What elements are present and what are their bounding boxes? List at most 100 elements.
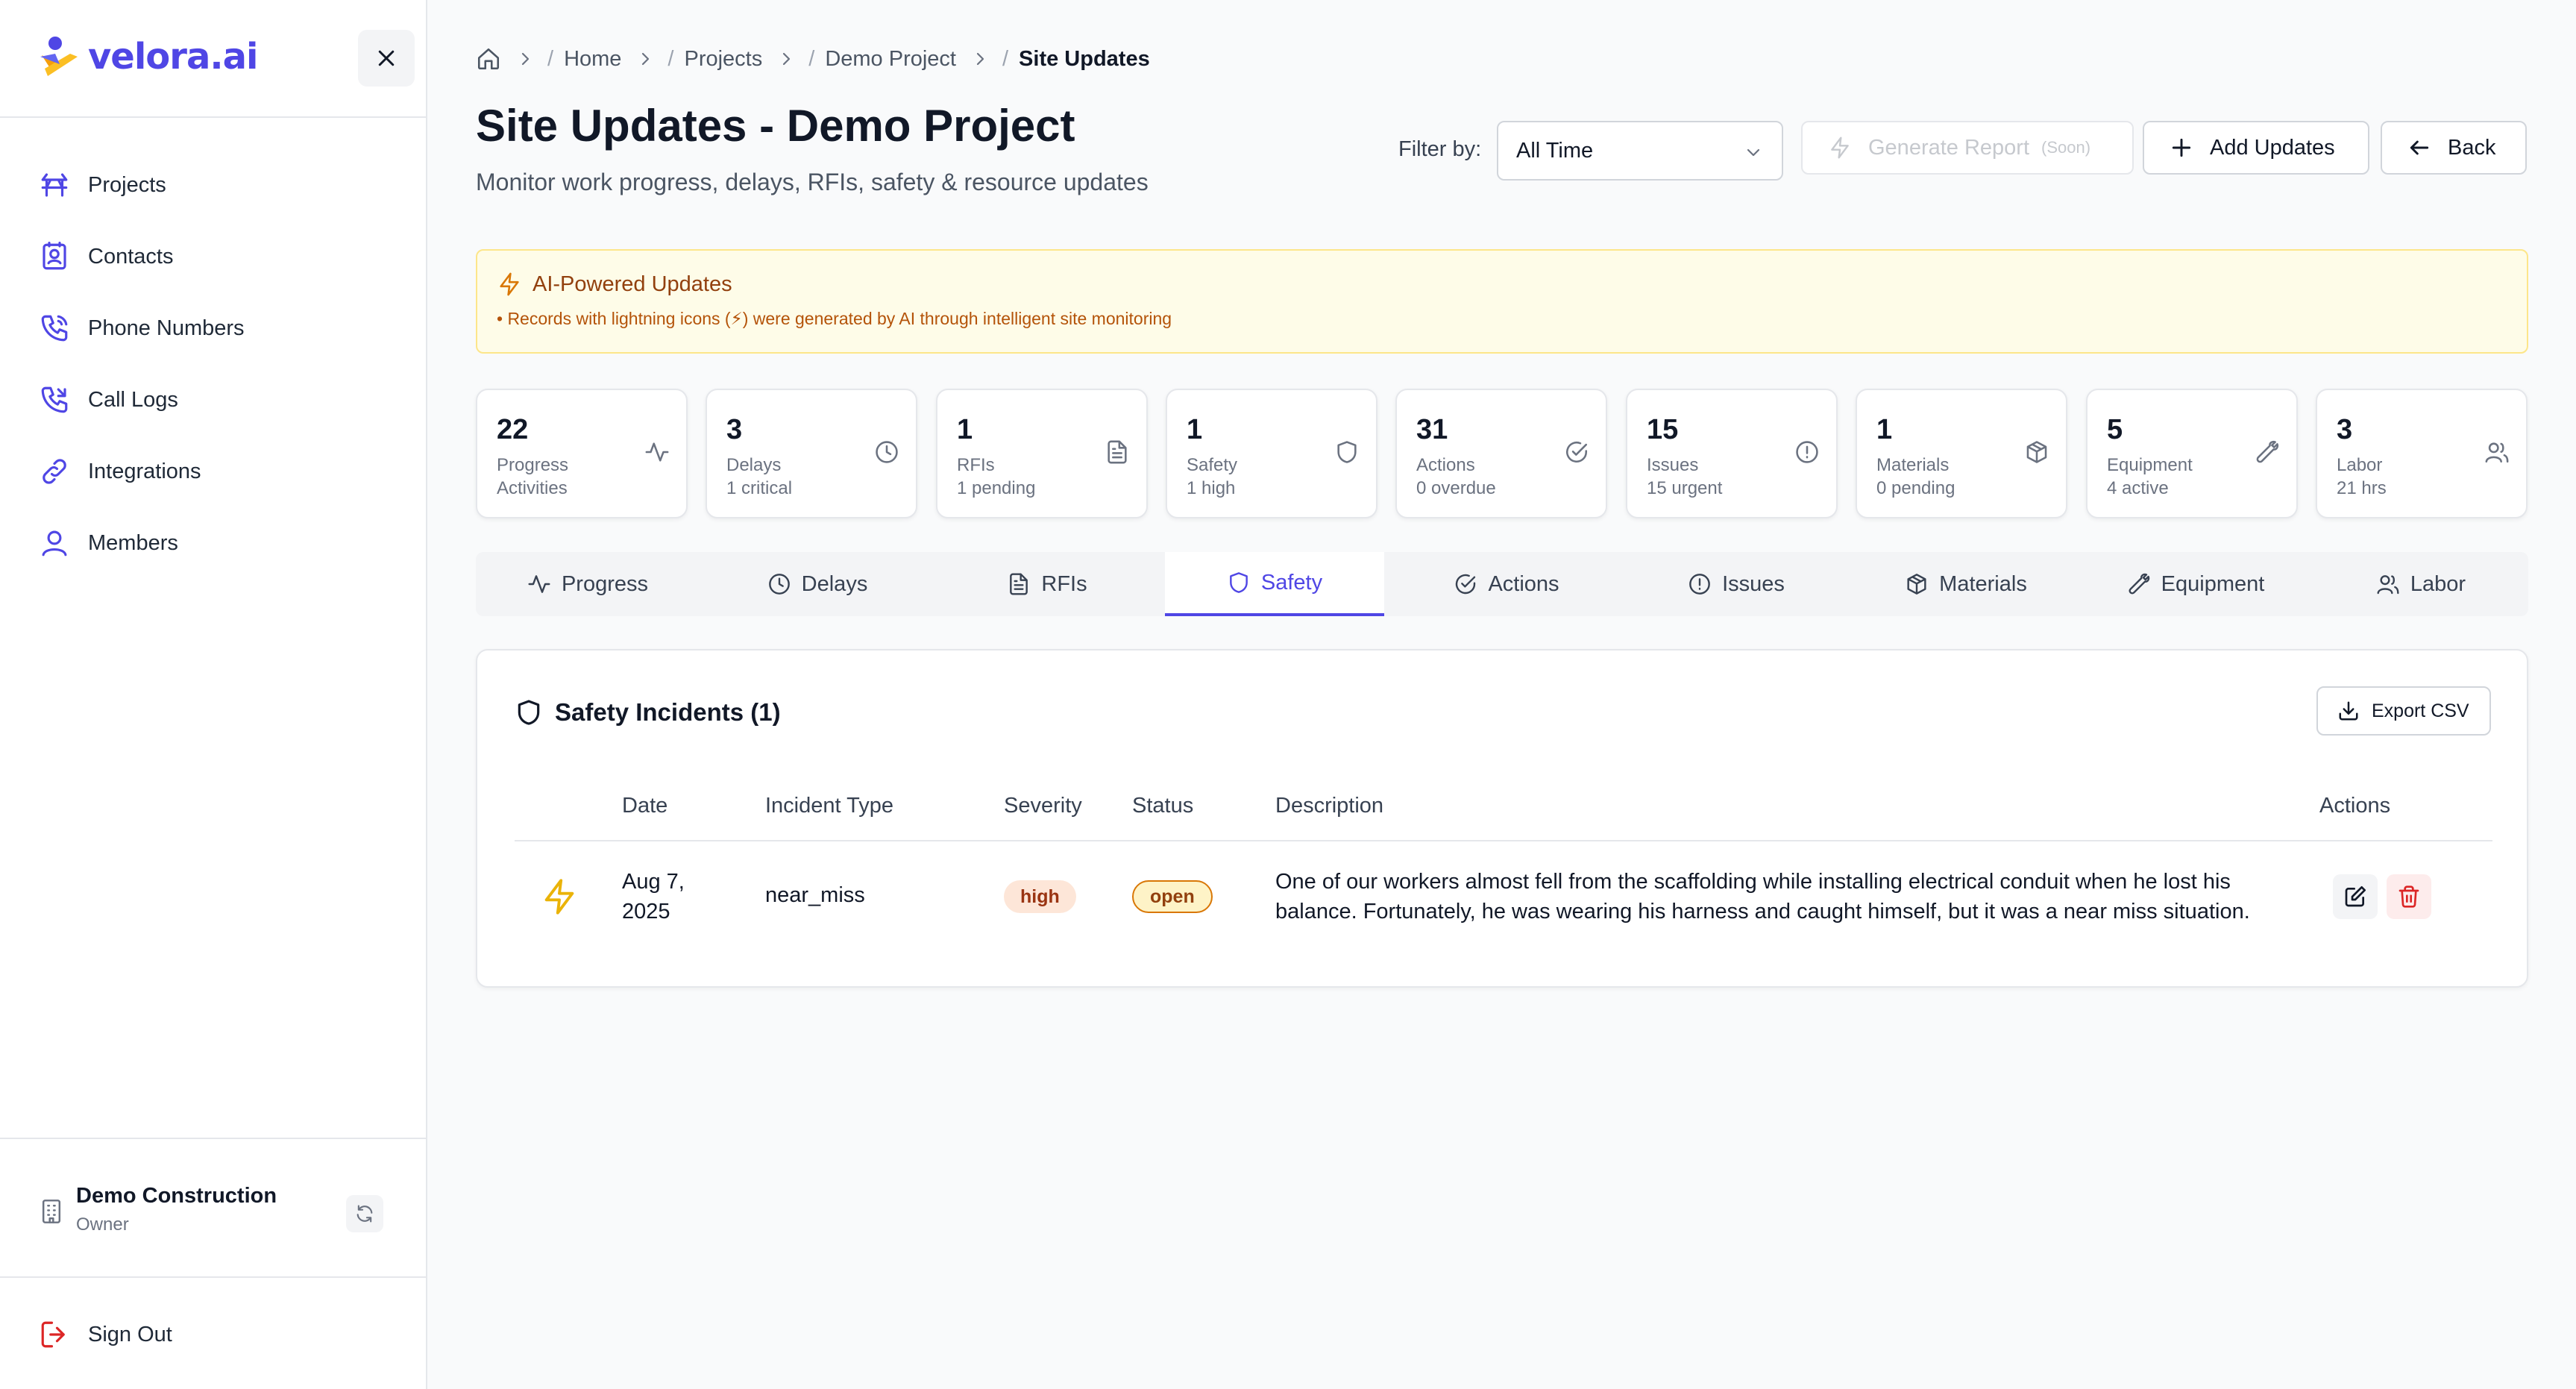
stat-sublabel: 0 overdue [1416,478,1496,498]
stat-card-actions[interactable]: 31 Actions 0 overdue [1395,389,1607,518]
org-role: Owner [76,1214,129,1235]
stat-card-labor[interactable]: 3 Labor 21 hrs [2316,389,2528,518]
shield-icon [1230,572,1248,593]
sidebar-item-members[interactable]: Members [0,507,426,579]
breadcrumb-separator: / [1002,46,1009,71]
sidebar-nav: Projects Contacts Phone Numbers Call Log… [0,149,426,579]
sidebar-item-integrations[interactable]: Integrations [0,436,426,507]
tab-actions[interactable]: Actions [1395,552,1618,616]
tab-safety[interactable]: Safety [1165,552,1384,616]
breadcrumb-demo-project[interactable]: Demo Project [825,47,956,72]
stat-card-issues[interactable]: 15 Issues 15 urgent [1626,389,1838,518]
stat-card-progress[interactable]: 22 Progress Activities [476,389,688,518]
tab-label: Actions [1488,571,1559,596]
stat-card-materials[interactable]: 1 Materials 0 pending [1856,389,2067,518]
category-tabs: Progress Delays RFIs Safety Actions Issu… [476,552,2528,616]
tab-progress[interactable]: Progress [476,552,700,616]
severity-badge: high [1004,880,1076,913]
users-icon [2485,442,2509,463]
stat-sublabel: 0 pending [1876,478,1955,498]
logo[interactable]: velora.ai [37,34,258,79]
building-icon [42,1200,61,1223]
close-sidebar-button[interactable] [358,30,415,87]
sidebar-item-contacts[interactable]: Contacts [0,221,426,292]
tab-materials[interactable]: Materials [1854,552,2078,616]
stat-value: 3 [2337,414,2353,445]
generate-report-button[interactable]: Generate Report (Soon) [1801,121,2134,175]
tab-label: Issues [1722,571,1785,596]
delete-button[interactable] [2387,874,2431,919]
arrow-left-icon [2410,140,2429,155]
stat-label: Labor [2337,455,2383,475]
clock-icon [768,574,790,595]
column-header-actions: Actions [2319,794,2391,818]
time-filter-select[interactable]: All Time [1497,121,1783,181]
ai-lightning-icon [544,879,574,915]
sidebar-item-label: Call Logs [88,387,178,412]
tab-rfis[interactable]: RFIs [935,552,1159,616]
stat-sublabel: 1 pending [957,478,1036,498]
page-subtitle: Monitor work progress, delays, RFIs, saf… [476,169,1149,195]
tab-label: RFIs [1041,571,1087,596]
tab-equipment[interactable]: Equipment [2084,552,2308,616]
chevron-right-icon [642,52,650,66]
breadcrumb-separator: / [808,46,815,71]
user-icon [42,530,67,556]
home-icon[interactable] [476,46,501,72]
tab-label: Equipment [2161,571,2265,596]
breadcrumb-separator: / [667,46,674,71]
stat-card-rfis[interactable]: 1 RFIs 1 pending [936,389,1148,518]
refresh-icon [356,1205,373,1223]
cell-incident-type: near_miss [765,883,865,907]
organization-switcher: Demo Construction Owner [0,1138,426,1278]
tab-issues[interactable]: Issues [1624,552,1848,616]
switch-org-button[interactable] [346,1195,383,1232]
org-name: Demo Construction [76,1184,277,1208]
stat-card-delays[interactable]: 3 Delays 1 critical [706,389,917,518]
header-divider [515,840,2492,841]
contacts-icon [43,242,66,270]
users-icon [2377,575,2399,595]
sidebar-item-label: Contacts [88,244,174,269]
column-header-description: Description [1275,794,1384,818]
add-updates-button[interactable]: Add Updates [2143,121,2369,175]
stat-card-equipment[interactable]: 5 Equipment 4 active [2086,389,2298,518]
edit-button[interactable] [2333,874,2378,919]
shield-icon [518,700,540,725]
stat-value: 22 [497,414,529,445]
stat-value: 31 [1416,414,1448,445]
add-updates-label: Add Updates [2210,135,2335,160]
sidebar-item-phone-numbers[interactable]: Phone Numbers [0,292,426,364]
edit-icon [2345,886,2366,907]
check-circle-icon [1566,441,1588,463]
sign-out-button[interactable]: Sign Out [39,1319,172,1350]
card-title: Safety Incidents (1) [515,698,781,727]
stat-label-group: Safety 1 high [1187,454,1313,500]
document-icon [1010,573,1028,595]
tab-label: Progress [561,571,649,596]
sidebar-item-call-logs[interactable]: Call Logs [0,364,426,436]
time-filter-value: All Time [1516,138,1594,163]
lightning-icon [1831,137,1849,159]
sidebar-item-projects[interactable]: Projects [0,149,426,221]
lightning-icon [500,272,519,296]
breadcrumb-current: Site Updates [1019,46,1150,71]
stat-label-group: Issues 15 urgent [1647,454,1774,500]
tab-delays[interactable]: Delays [706,552,929,616]
back-button[interactable]: Back [2381,121,2527,175]
sidebar: velora.ai Projects Contacts Phone Number… [0,0,427,1389]
stat-card-safety[interactable]: 1 Safety 1 high [1166,389,1377,518]
column-header-incident-type: Incident Type [765,794,893,818]
clock-icon [876,441,898,463]
tab-labor[interactable]: Labor [2313,552,2528,616]
breadcrumb-home[interactable]: Home [564,47,621,72]
sidebar-item-label: Integrations [88,459,201,483]
export-csv-button[interactable]: Export CSV [2316,686,2491,736]
stat-label: Issues [1647,455,1699,475]
column-header-severity: Severity [1004,794,1082,818]
page-title: Site Updates - Demo Project [476,101,1075,151]
stat-value: 1 [957,414,973,445]
cell-description: One of our workers almost fell from the … [1275,870,2250,924]
breadcrumb-projects[interactable]: Projects [684,47,762,72]
stat-value: 15 [1647,414,1679,445]
